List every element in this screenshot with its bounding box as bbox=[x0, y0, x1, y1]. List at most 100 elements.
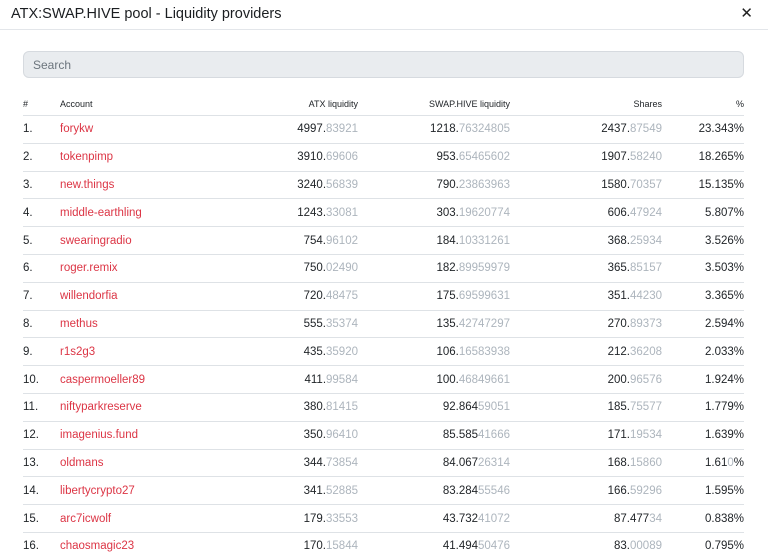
atx-liquidity-cell: 3240.56839 bbox=[200, 170, 358, 199]
header-rank: # bbox=[23, 98, 29, 109]
shares-frac: 44230 bbox=[630, 290, 662, 303]
hive-int: 43.732 bbox=[442, 512, 479, 525]
rank-cell: 4. bbox=[23, 198, 60, 227]
hive-frac: 59051 bbox=[478, 401, 510, 414]
shares-frac: 15860 bbox=[630, 456, 662, 469]
account-link[interactable]: imagenius.fund bbox=[60, 420, 200, 450]
hive-frac: 89959979 bbox=[458, 262, 510, 275]
atx-frac: 96102 bbox=[326, 234, 358, 247]
atx-frac: 33553 bbox=[326, 512, 358, 525]
atx-int: 555. bbox=[303, 317, 327, 330]
swap-hive-liquidity-cell: 303.19620774 bbox=[358, 198, 510, 227]
percent-value: 23.343% bbox=[698, 123, 744, 136]
shares-cell: 270.89373 bbox=[510, 309, 662, 338]
swap-hive-liquidity-cell: 135.42747297 bbox=[358, 309, 510, 338]
atx-liquidity-cell: 754.96102 bbox=[200, 226, 358, 255]
account-link[interactable]: chaosmagic23 bbox=[60, 531, 200, 560]
account-link[interactable]: libertycrypto27 bbox=[60, 476, 200, 505]
window-titlebar: ATX:SWAP.HIVE pool - Liquidity providers… bbox=[0, 0, 768, 30]
rank-cell: 5. bbox=[23, 226, 60, 255]
account-link[interactable]: niftyparkreserve bbox=[60, 392, 200, 422]
atx-int: 720. bbox=[303, 290, 327, 303]
shares-frac: 00089 bbox=[630, 540, 662, 553]
percent-value: 1.924% bbox=[704, 373, 744, 386]
swap-hive-liquidity-cell: 84.06726314 bbox=[358, 448, 510, 477]
atx-frac: 73854 bbox=[326, 456, 358, 469]
account-link[interactable]: middle-earthling bbox=[60, 198, 200, 227]
hive-frac: 46849661 bbox=[458, 373, 510, 386]
atx-frac: 52885 bbox=[326, 484, 358, 497]
shares-int: 166. bbox=[607, 484, 631, 497]
rank-cell: 12. bbox=[23, 420, 60, 450]
table-row: 14. libertycrypto27 341.52885 83.28455546 16… bbox=[23, 476, 744, 505]
shares-frac: 25934 bbox=[630, 234, 662, 247]
account-link[interactable]: tokenpimp bbox=[60, 142, 200, 172]
rank-cell: 11. bbox=[23, 392, 60, 422]
atx-int: 170. bbox=[303, 540, 327, 553]
swap-hive-liquidity-cell: 83.28455546 bbox=[358, 476, 510, 505]
shares-frac: 59296 bbox=[630, 484, 662, 497]
swap-hive-liquidity-cell: 43.73241072 bbox=[358, 504, 510, 533]
swap-hive-liquidity-cell: 953.65465602 bbox=[358, 142, 510, 172]
shares-frac: 89373 bbox=[630, 317, 662, 330]
swap-hive-liquidity-cell: 100.46849661 bbox=[358, 365, 510, 394]
atx-int: 435. bbox=[303, 345, 327, 358]
atx-frac: 35374 bbox=[326, 317, 358, 330]
account-link[interactable]: arc7icwolf bbox=[60, 504, 200, 533]
account-link[interactable]: willendorfia bbox=[60, 281, 200, 311]
rank-cell: 2. bbox=[23, 142, 60, 172]
percent-int: 1.61 bbox=[704, 456, 728, 469]
table-row: 5. swearingradio 754.96102 184.10331261 368.… bbox=[23, 226, 744, 255]
window-title: ATX:SWAP.HIVE pool - Liquidity providers bbox=[11, 6, 282, 22]
atx-liquidity-cell: 3910.69606 bbox=[200, 142, 358, 172]
account-link[interactable]: r1s2g3 bbox=[60, 337, 200, 366]
atx-int: 754. bbox=[303, 234, 327, 247]
table-row: 6. roger.remix 750.02490 182.89959979 365.85… bbox=[23, 253, 744, 283]
shares-int: 270. bbox=[607, 317, 631, 330]
percent-cell: 1.639% bbox=[662, 420, 744, 450]
hive-int: 41.494 bbox=[442, 540, 479, 553]
account-link[interactable]: roger.remix bbox=[60, 253, 200, 283]
table-row: 13. oldmans 344.73854 84.06726314 168.15860 1… bbox=[23, 448, 744, 477]
rank-cell: 9. bbox=[23, 337, 60, 366]
table-row: 9. r1s2g3 435.35920 106.16583938 212.36208 2.… bbox=[23, 337, 744, 366]
percent-value: 1.595% bbox=[704, 484, 744, 497]
shares-int: 1907. bbox=[601, 151, 631, 164]
account-link[interactable]: swearingradio bbox=[60, 226, 200, 255]
shares-cell: 368.25934 bbox=[510, 226, 662, 255]
search-input[interactable] bbox=[23, 51, 744, 78]
table-row: 4. middle-earthling 1243.33081 303.19620774… bbox=[23, 198, 744, 227]
account-link[interactable]: caspermoeller89 bbox=[60, 365, 200, 394]
rank-cell: 3. bbox=[23, 170, 60, 199]
hive-int: 175. bbox=[436, 290, 459, 303]
hive-int: 92.864 bbox=[442, 401, 479, 414]
hive-frac: 65465602 bbox=[458, 151, 510, 164]
percent-value: 2.033% bbox=[704, 345, 744, 358]
atx-liquidity-cell: 350.96410 bbox=[200, 420, 358, 450]
atx-int: 750. bbox=[303, 262, 327, 275]
shares-int: 368. bbox=[607, 234, 631, 247]
atx-int: 380. bbox=[303, 401, 327, 414]
account-link[interactable]: new.things bbox=[60, 170, 200, 199]
account-link[interactable]: oldmans bbox=[60, 448, 200, 477]
swap-hive-liquidity-cell: 92.86459051 bbox=[358, 392, 510, 422]
rank-cell: 13. bbox=[23, 448, 60, 477]
close-icon[interactable]: ✕ bbox=[740, 5, 753, 23]
hive-int: 84.067 bbox=[442, 456, 479, 469]
atx-liquidity-cell: 4997.83921 bbox=[200, 115, 358, 144]
shares-cell: 606.47924 bbox=[510, 198, 662, 227]
percent-cell: 1.610% bbox=[662, 448, 744, 477]
table-row: 11. niftyparkreserve 380.81415 92.86459051 1… bbox=[23, 392, 744, 422]
atx-liquidity-cell: 435.35920 bbox=[200, 337, 358, 366]
shares-frac: 58240 bbox=[630, 151, 662, 164]
shares-cell: 200.96576 bbox=[510, 365, 662, 394]
atx-int: 350. bbox=[303, 429, 327, 442]
atx-frac: 48475 bbox=[326, 290, 358, 303]
shares-frac: 19534 bbox=[630, 429, 662, 442]
rank-cell: 15. bbox=[23, 504, 60, 533]
hive-frac: 76324805 bbox=[458, 123, 510, 136]
account-link[interactable]: forykw bbox=[60, 115, 200, 144]
hive-frac: 69599631 bbox=[458, 290, 510, 303]
shares-frac: 85157 bbox=[630, 262, 662, 275]
account-link[interactable]: methus bbox=[60, 309, 200, 338]
